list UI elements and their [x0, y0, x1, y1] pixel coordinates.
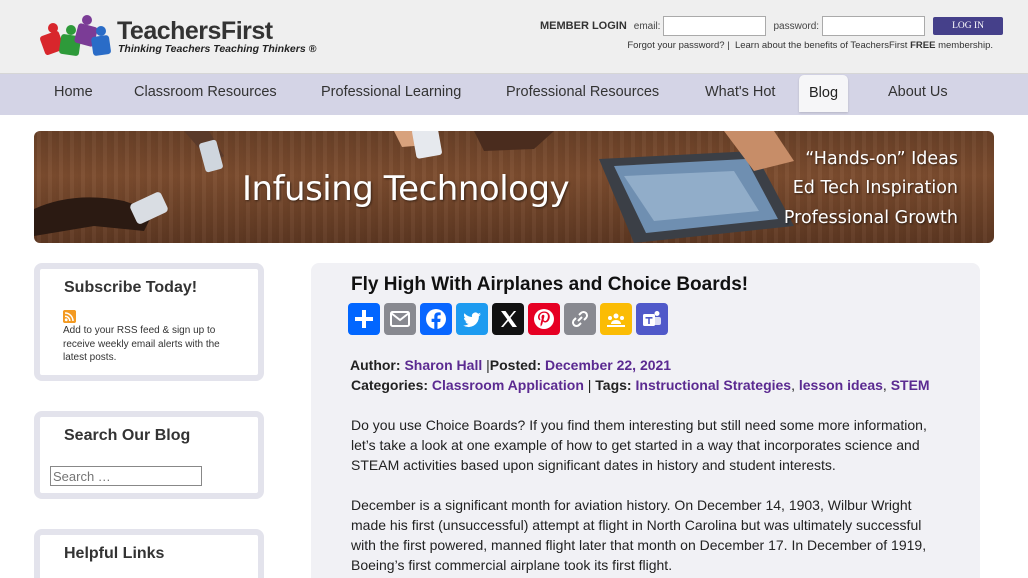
teachersfirst-logo[interactable]: TeachersFirst Thinking Teachers Teaching… [38, 12, 316, 60]
membership-benefits-link[interactable]: Learn about the benefits of TeachersFirs… [735, 40, 993, 51]
forgot-password-link[interactable]: Forgot your password? [627, 40, 724, 51]
membership-suffix: membership. [938, 40, 993, 51]
nav-item-whats-hot[interactable]: What's Hot [705, 74, 775, 110]
post-meta-categories-line: Categories: Classroom Application | Tags… [351, 377, 930, 393]
rss-icon[interactable] [63, 310, 76, 323]
puzzle-people-logo-icon [40, 15, 111, 56]
author-link[interactable]: Sharon Hall [404, 357, 482, 373]
tags-label: Tags: [595, 377, 632, 393]
tag-link-lesson-ideas[interactable]: lesson ideas [799, 377, 883, 393]
nav-item-professional-learning[interactable]: Professional Learning [321, 74, 461, 110]
search-input[interactable] [50, 466, 202, 486]
share-icon[interactable] [348, 303, 380, 335]
nav-item-professional-resources[interactable]: Professional Resources [506, 74, 659, 110]
posted-label: Posted: [489, 357, 542, 373]
post-paragraph: December is a significant month for avia… [351, 497, 927, 573]
infusing-technology-banner: Infusing Technology “Hands-on” Ideas Ed … [34, 131, 994, 243]
search-title: Search Our Blog [64, 427, 191, 444]
password-field[interactable] [822, 16, 926, 36]
helpful-links-title: Helpful Links [64, 545, 165, 562]
meta-separator: | [587, 377, 592, 393]
tag-separator: , [882, 377, 887, 393]
copy-link-icon[interactable] [564, 303, 596, 335]
email-field[interactable] [663, 16, 767, 36]
search-widget: Search Our Blog [34, 411, 264, 499]
tag-separator: , [791, 377, 795, 393]
tag-link-instructional-strategies[interactable]: Instructional Strategies [636, 377, 792, 393]
blog-post: Fly High With Airplanes and Choice Board… [311, 263, 980, 578]
subscribe-widget: Subscribe Today! Add to your RSS feed & … [34, 263, 264, 381]
brand-name: TeachersFirst [117, 17, 273, 45]
tag-link-stem[interactable]: STEM [891, 377, 930, 393]
categories-label: Categories: [351, 377, 429, 393]
email-icon[interactable] [384, 303, 416, 335]
nav-item-about-us[interactable]: About Us [888, 74, 948, 110]
banner-line-ed-tech: Ed Tech Inspiration [792, 178, 958, 198]
membership-text: Learn about the benefits of TeachersFirs… [734, 40, 908, 51]
email-label: email: [633, 20, 661, 32]
facebook-icon[interactable] [420, 303, 452, 335]
twitter-icon[interactable] [456, 303, 488, 335]
nav-item-classroom-resources[interactable]: Classroom Resources [134, 74, 277, 110]
banner-title: Infusing Technology [242, 169, 570, 209]
post-paragraph: Do you use Choice Boards? If you find th… [351, 417, 927, 473]
x-icon[interactable] [492, 303, 524, 335]
link-separator: | [727, 40, 730, 51]
login-button[interactable]: LOG IN [933, 17, 1004, 35]
main-nav: Home Classroom Resources Professional Le… [0, 74, 1028, 115]
nav-item-blog[interactable]: Blog [799, 75, 849, 112]
banner-line-professional-growth: Professional Growth [783, 208, 958, 228]
category-link[interactable]: Classroom Application [432, 377, 584, 393]
author-label: Author: [350, 357, 401, 373]
posted-date-link[interactable]: December 22, 2021 [545, 357, 671, 373]
membership-free-text: FREE [910, 40, 936, 51]
helpful-links-widget: Helpful Links [34, 529, 264, 578]
member-login-form: MEMBER LOGIN email: password: LOG IN [540, 15, 1004, 37]
password-label: password: [773, 20, 820, 32]
subscribe-description: Add to your RSS feed & sign up to receiv… [63, 325, 220, 363]
pinterest-icon[interactable] [528, 303, 560, 335]
post-meta-author-line: Author: Sharon Hall |Posted: December 22… [350, 357, 671, 373]
login-links: Forgot your password? | Learn about the … [627, 40, 993, 51]
brand-tagline: Thinking Teachers Teaching Thinkers ® [118, 43, 317, 55]
banner-line-hands-on: “Hands-on” Ideas [805, 149, 958, 169]
post-title[interactable]: Fly High With Airplanes and Choice Board… [351, 274, 748, 296]
google-classroom-icon[interactable] [600, 303, 632, 335]
subscribe-title: Subscribe Today! [64, 279, 198, 296]
member-login-title: MEMBER LOGIN [540, 20, 627, 32]
header: TeachersFirst Thinking Teachers Teaching… [0, 0, 1028, 74]
nav-item-home[interactable]: Home [54, 74, 93, 110]
microsoft-teams-icon[interactable] [636, 303, 668, 335]
